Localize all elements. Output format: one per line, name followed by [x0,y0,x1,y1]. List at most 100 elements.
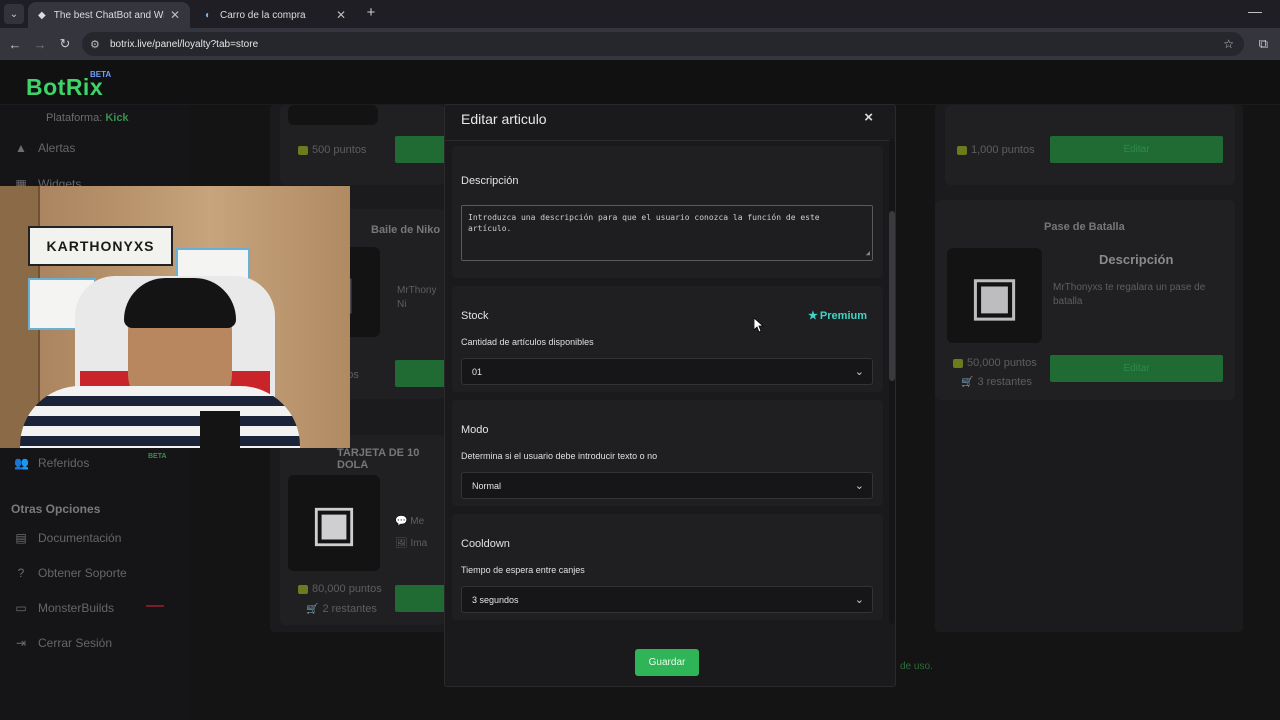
new-tab-icon[interactable]: + [362,4,380,21]
item-description-line: 🖼 Ima [395,538,428,549]
document-icon: ▤ [15,531,27,545]
edit-button[interactable] [395,585,450,612]
mode-label: Determina si el usuario debe introducir … [461,451,658,461]
item-stock-text: 2 restantes [322,603,377,615]
sidebar-item-label: Cerrar Sesión [38,636,113,650]
description-title: Descripción [461,175,519,187]
mouse-cursor-icon [754,318,764,333]
tab-botrix[interactable]: ◆ The best ChatBot and Widgets f ✕ [28,2,190,28]
stock-select[interactable]: 01 ⌄ [461,358,873,385]
chevron-down-icon: ⌄ [854,480,864,492]
coins-icon [953,358,963,368]
modal-title: Editar articulo [461,111,547,127]
sidebar-item-soporte[interactable]: ? Obtener Soporte [14,566,127,580]
sidebar-item-label: Referidos [38,456,90,470]
edit-button[interactable]: Editar [1050,136,1223,163]
coins-icon [298,584,308,594]
sidebar-item-label: Alertas [38,141,76,155]
platform-label-text: Plataforma: [46,112,103,124]
extensions-icon[interactable]: ⧉ [1259,36,1268,52]
close-tab-icon[interactable]: ✕ [336,8,346,22]
close-tab-icon[interactable]: ✕ [170,8,180,22]
sidebar-item-cerrar-sesion[interactable]: ⇥ Cerrar Sesión [14,636,112,650]
sidebar-section-title: Otras Opciones [11,502,101,516]
box-icon: ▣ [310,495,358,551]
store-card: Pase de Batalla ▣ Descripción MrThonyxs … [935,200,1235,400]
address-bar[interactable]: ⚙ botrix.live/panel/loyalty?tab=store ☆ [82,32,1244,56]
tab-title: The best ChatBot and Widgets f [53,9,164,21]
sidebar-item-documentacion[interactable]: ▤ Documentación [14,531,121,545]
description-textarea[interactable]: Introduzca una descripción para que el u… [461,205,873,261]
platform-value: Kick [105,112,129,124]
item-price-text: 1,000 puntos [971,144,1035,156]
help-icon: ? [17,566,25,580]
premium-badge[interactable]: ★ Premium [808,309,867,323]
reload-icon[interactable]: ↻ [56,35,74,53]
edit-button[interactable]: Editar [1050,355,1223,382]
sidebar-item-referidos[interactable]: 👥 Referidos [14,456,89,470]
item-price-text: 50,000 puntos [967,357,1037,369]
stock-label: Cantidad de artículos disponibles [461,337,594,347]
app-header: BotRix BETA [0,60,1280,105]
desc-line-text: Ima [410,538,428,549]
item-stock: 🛒 3 restantes [961,376,1032,388]
platform-label: Plataforma: Kick [46,112,129,124]
item-price: 50,000 puntos [953,357,1037,369]
minimize-icon[interactable]: — [1248,3,1262,19]
resize-handle-icon[interactable]: ◢ [866,248,870,259]
star-icon: ★ [808,310,818,322]
new-indicator [146,605,164,607]
sidebar-item-label: Documentación [38,531,122,545]
tab-title: Carro de la compra [220,9,306,21]
site-info-icon[interactable]: ⚙ [90,38,108,51]
stock-section: Stock ★ Premium Cantidad de artículos di… [452,286,883,392]
description-section: Descripción Introduzca una descripción p… [452,146,883,278]
item-price-text: 80,000 puntos [312,583,382,595]
logout-icon: ⇥ [15,636,27,650]
browser-tabbar: ⌄ ◆ The best ChatBot and Widgets f ✕ ◐ C… [0,0,1280,28]
tab-steam-cart[interactable]: ◐ Carro de la compra ✕ [194,2,356,28]
item-title: Pase de Batalla [1044,221,1125,233]
close-icon[interactable]: × [864,109,873,126]
store-card: 500 puntos [280,105,450,185]
item-description: MrThonyxs te regalara un pase de batalla [1053,282,1206,307]
mode-value: Normal [472,480,502,491]
sidebar-item-alertas[interactable]: ▲ Alertas [14,141,75,155]
edit-button[interactable] [395,360,450,387]
cart-icon: 🛒 [961,376,974,388]
bookmark-star-icon[interactable]: ☆ [1223,37,1234,51]
item-title: TARJETA DE 10 DOLA [337,447,420,471]
terms-link[interactable]: de uso. [900,661,933,672]
url-text[interactable]: botrix.live/panel/loyalty?tab=store [110,39,258,50]
modal-header: Editar articulo × [445,105,895,141]
back-arrow-icon[interactable]: ← [6,35,24,53]
edit-item-modal: Editar articulo × Descripción Introduzca… [444,104,896,687]
mode-title: Modo [461,424,489,436]
mode-section: Modo Determina si el usuario debe introd… [452,400,883,506]
browser-navbar: ← → ↻ ⚙ botrix.live/panel/loyalty?tab=st… [0,28,1280,60]
forward-arrow-icon[interactable]: → [31,35,49,53]
cooldown-section: Cooldown Tiempo de espera entre canjes 3… [452,514,883,620]
sidebar-item-monsterbuilds[interactable]: ▭ MonsterBuilds [14,601,114,615]
chevron-down-icon: ⌄ [854,594,864,606]
item-description-line: 💬 Me [395,516,425,527]
stock-value: 01 [472,366,483,377]
edit-button[interactable] [395,136,450,163]
cooldown-title: Cooldown [461,538,510,550]
save-button[interactable]: Guardar [635,649,699,676]
scrollbar-thumb[interactable] [889,211,895,381]
item-description-heading: Descripción [1099,252,1174,267]
item-price: 80,000 puntos [298,583,382,595]
item-stock: 🛒 2 restantes [306,603,377,615]
item-description: MrThony Ni [397,285,437,310]
modal-scrollbar[interactable] [889,139,895,624]
cooldown-select[interactable]: 3 segundos ⌄ [461,586,873,613]
users-icon: 👥 [14,456,29,470]
store-card: 1,000 puntos Editar [945,105,1235,185]
cart-icon: 🛒 [306,603,319,615]
store-panel-right: 1,000 puntos Editar Pase de Batalla ▣ De… [935,105,1243,632]
webcam-person-hair [124,278,236,328]
tab-search-chevron-icon[interactable]: ⌄ [4,4,24,24]
mode-select[interactable]: Normal ⌄ [461,472,873,499]
coins-icon [298,145,308,155]
